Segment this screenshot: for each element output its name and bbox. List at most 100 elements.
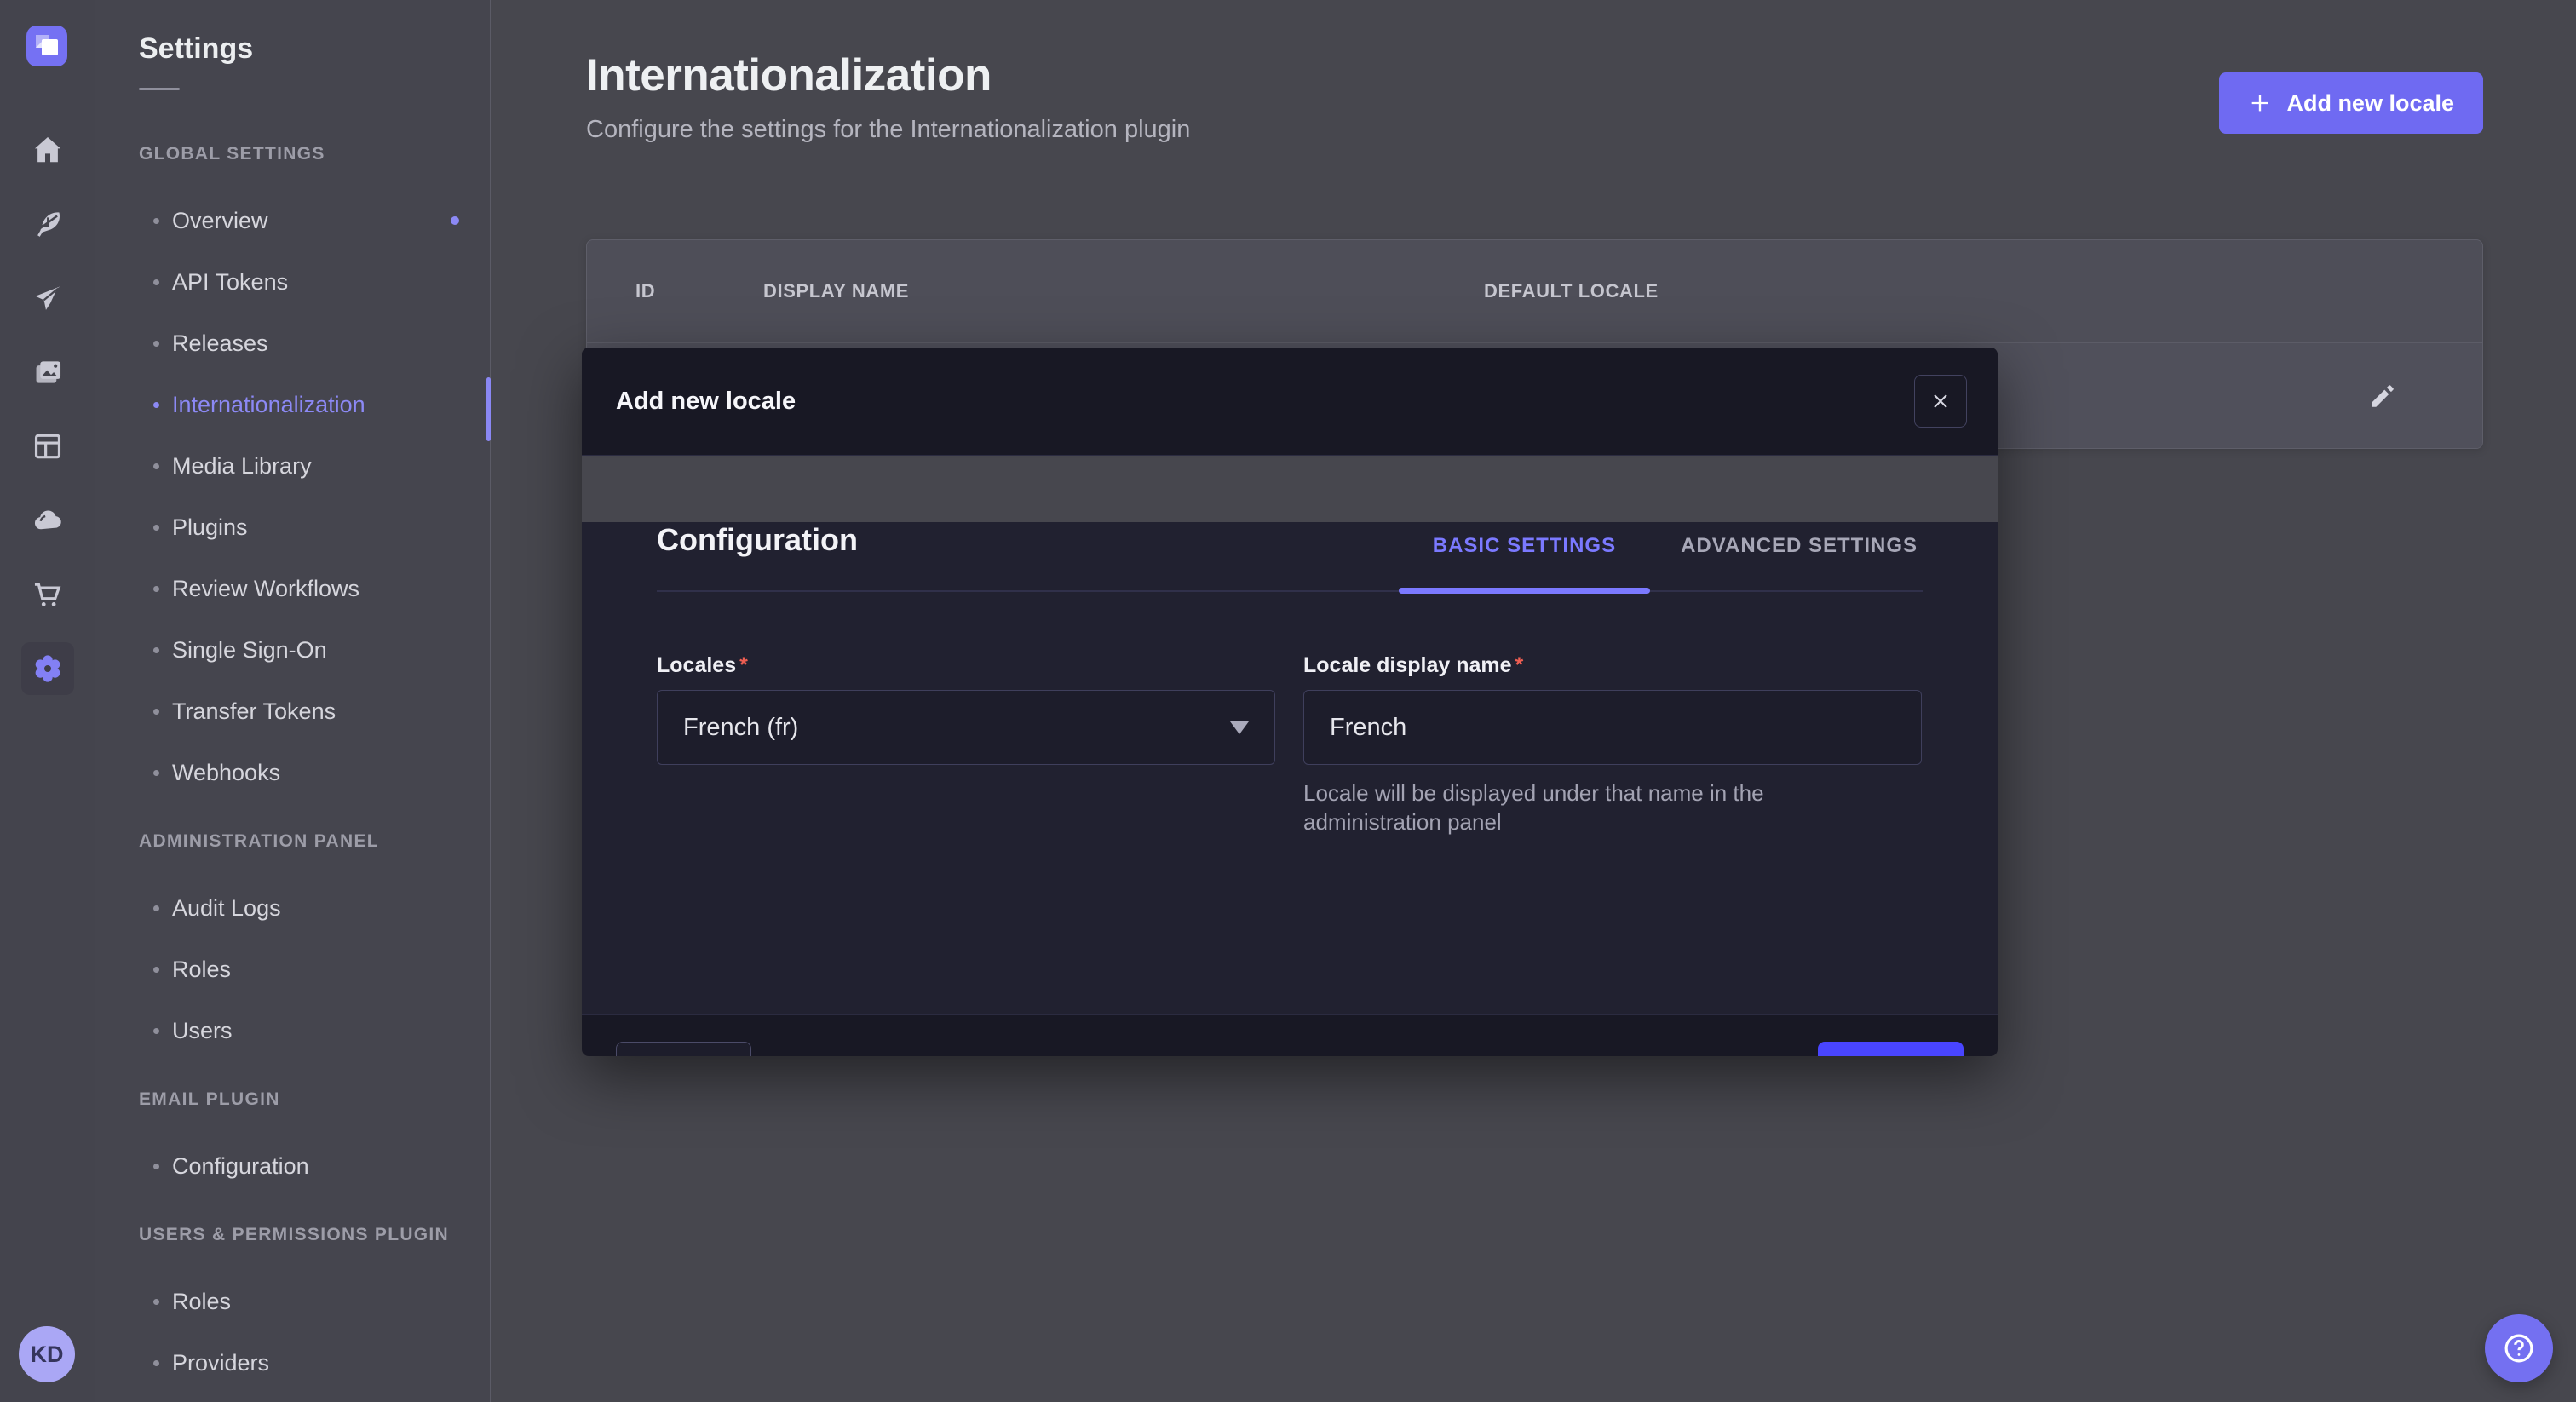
cloud-icon <box>32 504 64 537</box>
bullet-icon <box>153 1299 159 1305</box>
locales-field: Locales* French (fr) <box>657 653 1275 836</box>
rail-item-marketplace[interactable] <box>11 557 85 631</box>
column-header-display-name: DISPLAY NAME <box>763 280 1484 302</box>
modal-body: Configuration BASIC SETTINGS ADVANCED SE… <box>582 522 1998 1014</box>
rail-icon-menu <box>0 112 95 705</box>
bullet-icon <box>153 279 159 285</box>
display-name-field: Locale display name* Locale will be disp… <box>1303 653 1922 836</box>
sidebar-item-api-tokens[interactable]: API Tokens <box>139 251 490 313</box>
page-header: Internationalization Configure the setti… <box>586 49 2483 144</box>
section-email-plugin: EMAIL PLUGIN <box>139 1089 490 1110</box>
home-icon <box>32 134 64 166</box>
section-administration-panel: ADMINISTRATION PANEL <box>139 831 490 852</box>
display-name-hint: Locale will be displayed under that name… <box>1303 779 1900 836</box>
locale-form: Locales* French (fr) Locale display name… <box>657 653 1923 836</box>
sidebar-item-admin-roles[interactable]: Roles <box>139 939 490 1000</box>
sidebar-item-releases[interactable]: Releases <box>139 313 490 374</box>
bullet-icon <box>153 1360 159 1366</box>
column-header-default-locale: DEFAULT LOCALE <box>1484 280 2482 302</box>
bullet-icon <box>153 402 159 408</box>
sidebar-item-users[interactable]: Users <box>139 1000 490 1061</box>
configuration-row: Configuration BASIC SETTINGS ADVANCED SE… <box>657 522 1923 592</box>
display-name-input[interactable] <box>1330 714 1895 742</box>
notification-dot <box>451 216 459 225</box>
bullet-icon <box>153 905 159 911</box>
bullet-icon <box>153 525 159 531</box>
rail-item-content-manager[interactable] <box>11 409 85 483</box>
display-name-input-wrap <box>1303 690 1922 765</box>
bullet-icon <box>153 1164 159 1169</box>
modal-title: Add new locale <box>616 388 796 416</box>
tab-basic-settings[interactable]: BASIC SETTINGS <box>1428 534 1621 590</box>
sidebar-item-review-workflows[interactable]: Review Workflows <box>139 558 490 619</box>
required-asterisk: * <box>739 653 748 677</box>
sidebar-item-media-library[interactable]: Media Library <box>139 435 490 497</box>
display-name-label: Locale display name* <box>1303 653 1523 677</box>
plus-icon <box>2248 91 2272 115</box>
sidebar-item-overview[interactable]: Overview <box>139 190 490 251</box>
strapi-logo-mark <box>26 26 67 66</box>
sidebar-item-webhooks[interactable]: Webhooks <box>139 742 490 803</box>
feather-icon <box>32 208 64 240</box>
sidebar-item-single-sign-on[interactable]: Single Sign-On <box>139 619 490 681</box>
cart-icon <box>32 578 64 611</box>
pencil-icon <box>2368 382 2397 411</box>
edit-locale-button[interactable] <box>2354 367 2412 425</box>
sidebar-item-audit-logs[interactable]: Audit Logs <box>139 877 490 939</box>
sidebar-title-underline <box>139 88 180 90</box>
section-users-permissions-plugin: USERS & PERMISSIONS PLUGIN <box>139 1225 490 1245</box>
sidebar-item-plugins[interactable]: Plugins <box>139 497 490 558</box>
modal-header: Add new locale <box>582 348 1998 456</box>
help-button[interactable] <box>2485 1314 2553 1382</box>
bullet-icon <box>153 1028 159 1034</box>
locales-select-value: French (fr) <box>683 714 798 742</box>
add-locale-modal: Add new locale Configuration BASIC SETTI… <box>582 348 1998 1056</box>
settings-sidebar: Settings GLOBAL SETTINGS Overview API To… <box>95 0 491 1402</box>
sidebar-item-providers[interactable]: Providers <box>139 1332 490 1393</box>
sidebar-title: Settings <box>139 0 490 66</box>
bullet-icon <box>153 647 159 653</box>
locales-select[interactable]: French (fr) <box>657 690 1275 765</box>
rail-item-media-library[interactable] <box>11 335 85 409</box>
settings-tabs: BASIC SETTINGS ADVANCED SETTINGS <box>1428 534 1923 590</box>
sidebar-item-email-configuration[interactable]: Configuration <box>139 1135 490 1197</box>
bullet-icon <box>153 967 159 973</box>
table-header-row: ID DISPLAY NAME DEFAULT LOCALE <box>587 240 2482 343</box>
page-subtitle: Configure the settings for the Internati… <box>586 116 1190 144</box>
strapi-logo[interactable] <box>26 26 67 66</box>
bullet-icon <box>153 709 159 715</box>
bullet-icon <box>153 770 159 776</box>
section-global-settings: GLOBAL SETTINGS <box>139 144 490 164</box>
chevron-down-icon <box>1230 721 1249 734</box>
layout-icon <box>32 430 64 463</box>
media-icon <box>32 356 64 388</box>
sidebar-item-up-roles[interactable]: Roles <box>139 1271 490 1332</box>
add-new-locale-button[interactable]: Add new locale <box>2219 72 2483 134</box>
nav-rail: KD <box>0 0 95 1402</box>
close-icon <box>1930 391 1951 411</box>
active-item-indicator <box>486 377 491 441</box>
rail-item-home[interactable] <box>11 112 85 187</box>
user-avatar[interactable]: KD <box>19 1326 75 1382</box>
strapi-settings-screen: KD Settings GLOBAL SETTINGS Overview API… <box>0 0 2576 1402</box>
bullet-icon <box>153 341 159 347</box>
tab-advanced-settings[interactable]: ADVANCED SETTINGS <box>1676 534 1923 590</box>
cancel-button[interactable]: Cancel <box>616 1042 751 1056</box>
configuration-title: Configuration <box>657 522 858 590</box>
save-button[interactable]: Save <box>1818 1042 1964 1056</box>
sidebar-item-transfer-tokens[interactable]: Transfer Tokens <box>139 681 490 742</box>
rail-item-deploy[interactable] <box>11 261 85 335</box>
rail-item-content-builder[interactable] <box>11 187 85 261</box>
sidebar-item-internationalization[interactable]: Internationalization <box>139 374 490 435</box>
bullet-icon <box>153 463 159 469</box>
bullet-icon <box>153 586 159 592</box>
send-icon <box>32 282 64 314</box>
bullet-icon <box>153 218 159 224</box>
settings-gear-icon <box>32 652 64 685</box>
modal-close-button[interactable] <box>1914 375 1967 428</box>
rail-item-cloud[interactable] <box>11 483 85 557</box>
settings-active-tile <box>21 642 74 695</box>
required-asterisk: * <box>1515 653 1524 677</box>
locales-label: Locales* <box>657 653 748 677</box>
rail-item-settings[interactable] <box>11 631 85 705</box>
